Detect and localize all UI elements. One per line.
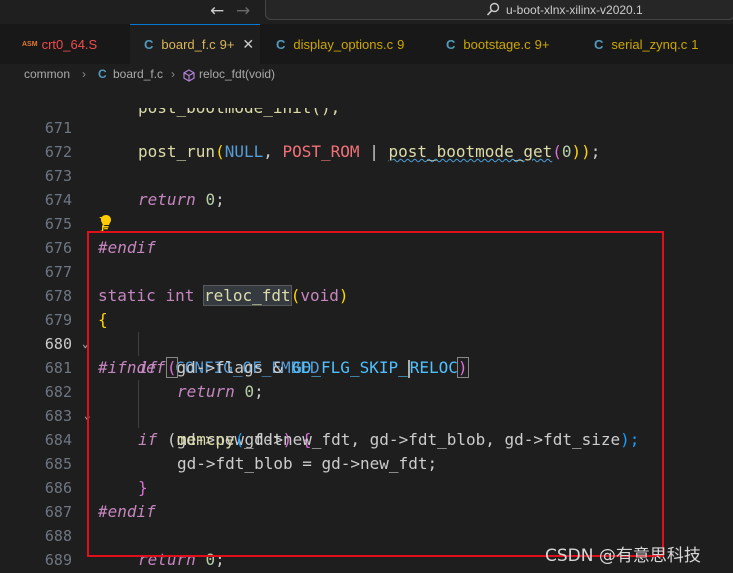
tab-label: crt0_64.S (41, 36, 98, 52)
command-center-label[interactable]: u-boot-xlnx-xilinx-v2020.1 (506, 3, 643, 17)
c-file-icon: C (144, 37, 154, 52)
highlight-annotation-box (87, 231, 664, 557)
tab-bootstage[interactable]: C bootstage.c 9+ (446, 24, 549, 64)
title-bar: ← → u-boot-xlnx-xilinx-v2020.1 (0, 0, 733, 24)
code-line: 674 } (0, 164, 733, 233)
code-line: 673 return 0; (0, 140, 733, 209)
code-line: 671 post_run(NULL, POST_ROM | post_bootm… (0, 92, 733, 161)
tab-display-options[interactable]: C display_options.c 9 (276, 24, 404, 64)
c-file-icon: C (276, 36, 286, 52)
problem-count-badge: 9 (397, 36, 405, 52)
arrow-right-icon[interactable]: → (236, 1, 250, 21)
code-line: 672 (0, 116, 733, 161)
search-icon (486, 2, 500, 16)
tab-label: serial_zynq.c (611, 36, 688, 52)
tab-board-f[interactable]: C board_f.c 9+ ✕ (130, 24, 260, 64)
tab-label: board_f.c (161, 37, 216, 52)
code-line: 675 #endif (0, 188, 733, 257)
lightbulb-icon[interactable] (100, 214, 112, 230)
watermark: CSDN @有意思科技 (545, 546, 701, 566)
tab-crt0[interactable]: ASM crt0_64.S (22, 24, 97, 64)
c-file-icon: C (594, 36, 604, 52)
editor-window: ← → u-boot-xlnx-xilinx-v2020.1 ASM crt0_… (0, 0, 733, 573)
c-file-icon: C (446, 36, 456, 52)
tab-serial-zynq[interactable]: C serial_zynq.c 1 (594, 24, 699, 64)
arrow-left-icon[interactable]: ← (210, 1, 224, 21)
problem-count-badge: 9+ (219, 37, 235, 52)
tab-label: display_options.c (293, 36, 394, 52)
tab-label: bootstage.c (463, 36, 531, 52)
asm-file-icon: ASM (22, 40, 38, 48)
problem-count-badge: 9+ (534, 36, 550, 52)
tab-bar: ASM crt0_64.S C board_f.c 9+ ✕ C display… (0, 24, 733, 64)
problem-count-badge: 1 (691, 36, 699, 52)
close-icon[interactable]: ✕ (242, 36, 254, 53)
